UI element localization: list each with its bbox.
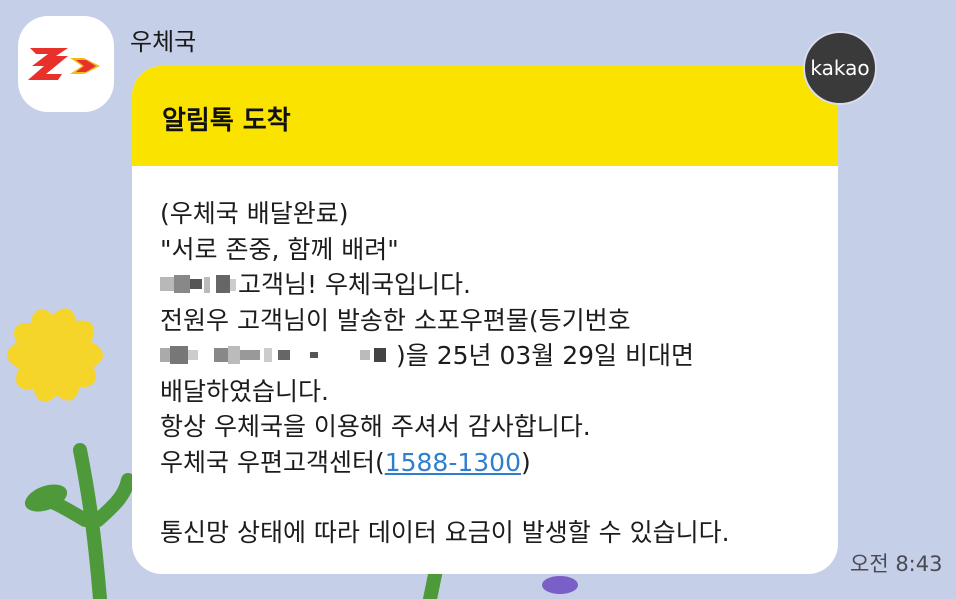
message-line: "서로 존중, 함께 배려": [160, 234, 399, 264]
yellow-flower-icon: [7, 308, 103, 402]
message-line: (우체국 배달완료): [160, 199, 349, 228]
customer-center-phone-link[interactable]: 1588-1300: [385, 448, 521, 477]
message-line: 고객님! 우체국입니다.: [160, 267, 810, 303]
message-timestamp: 오전 8:43: [850, 552, 943, 576]
customer-center-label: 우체국 우편고객센터(: [160, 447, 385, 477]
korea-post-logo-icon: [28, 48, 100, 80]
message-line: 통신망 상태에 따라 데이터 요금이 발생할 수 있습니다.: [160, 518, 730, 547]
message-line: )을 25년 03월 29일 비대면: [160, 338, 810, 374]
kakao-badge: kakao: [803, 31, 877, 105]
redacted-tracking-number: [160, 346, 386, 364]
redacted-name: [160, 275, 236, 293]
message-line: 배달하였습니다.: [160, 376, 329, 406]
alimtalk-message-bubble[interactable]: 알림톡 도착 (우체국 배달완료) "서로 존중, 함께 배려" 고객님! 우체…: [132, 66, 838, 574]
message-line: 전원우 고객님이 발송한 소포우편물(등기번호: [160, 305, 631, 335]
message-body: (우체국 배달완료) "서로 존중, 함께 배려" 고객님! 우체국입니다. 전…: [132, 166, 838, 551]
message-header: 알림톡 도착: [132, 66, 838, 166]
sender-avatar[interactable]: [18, 16, 114, 112]
customer-center-close-paren: ): [520, 447, 531, 477]
customer-greeting: 고객님! 우체국입니다.: [238, 270, 471, 299]
message-line: 항상 우체국을 이용해 주셔서 감사합니다.: [160, 412, 591, 441]
message-header-title: 알림톡 도착: [162, 106, 291, 136]
sender-name: 우체국: [130, 28, 197, 56]
message-line: 우체국 우편고객센터(1588-1300): [160, 445, 810, 481]
delivery-date-text: )을 25년 03월 29일 비대면: [396, 341, 694, 370]
